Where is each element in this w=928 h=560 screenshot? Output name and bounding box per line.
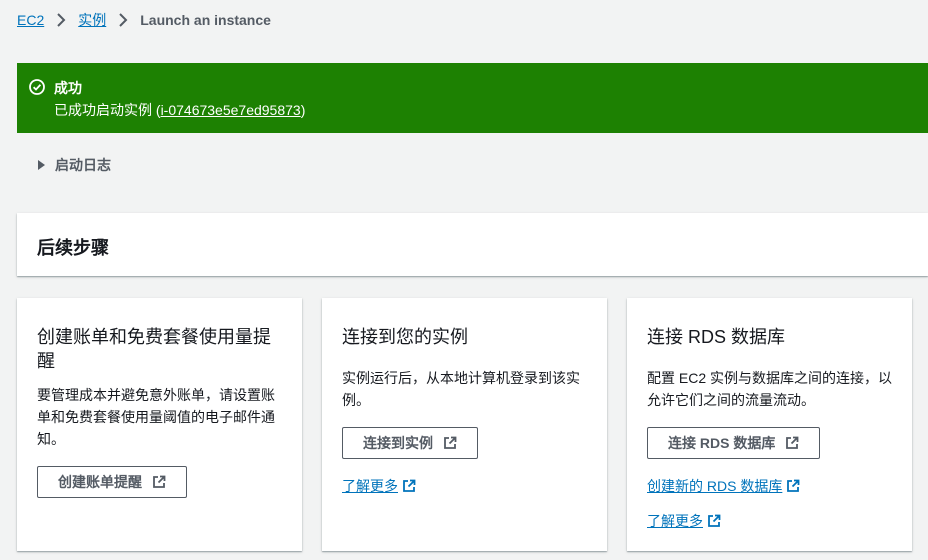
button-label: 连接 RDS 数据库 [668,435,776,451]
launch-log-expander[interactable]: 启动日志 [38,155,111,175]
external-link-icon [152,475,166,489]
card-title: 创建账单和免费套餐使用量提醒 [37,327,271,371]
flash-message-prefix: 已成功启动实例 ( [54,102,161,118]
card-description: 实例运行后，从本地计算机登录到该实例。 [342,370,580,408]
card-description: 要管理成本并避免意外账单，请设置账单和免费套餐使用量阈值的电子邮件通知。 [37,387,275,447]
card-description: 配置 EC2 实例与数据库之间的连接，以允许它们之间的流量流动。 [647,370,893,408]
button-label: 连接到实例 [363,435,433,451]
external-link-icon [786,479,800,493]
flash-message: 已成功启动实例 (i-074673e5e7ed95873) [54,100,305,120]
link-label: 了解更多 [342,478,398,494]
expander-label: 启动日志 [55,157,111,173]
connect-instance-button[interactable]: 连接到实例 [342,427,478,459]
card-connect-rds: 连接 RDS 数据库 配置 EC2 实例与数据库之间的连接，以允许它们之间的流量… [627,298,912,551]
create-billing-alert-button[interactable]: 创建账单提醒 [37,466,187,498]
chevron-right-icon [118,13,128,27]
connect-rds-button[interactable]: 连接 RDS 数据库 [647,427,821,459]
check-circle-icon [29,79,45,95]
success-flashbar: 成功 已成功启动实例 (i-074673e5e7ed95873) [17,63,928,133]
caret-right-icon [38,160,45,170]
learn-more-link[interactable]: 了解更多 [647,511,721,531]
card-connect-instance: 连接到您的实例 实例运行后，从本地计算机登录到该实例。 连接到实例 了解更多 [322,298,607,551]
instance-id-link[interactable]: i-074673e5e7ed95873 [161,102,301,118]
link-label: 创建新的 RDS 数据库 [647,478,783,494]
next-steps-header: 后续步骤 [17,213,928,276]
breadcrumb-instances[interactable]: 实例 [78,10,106,30]
button-label: 创建账单提醒 [58,474,142,490]
chevron-right-icon [56,13,66,27]
flash-title: 成功 [54,80,82,96]
create-rds-link[interactable]: 创建新的 RDS 数据库 [647,476,800,496]
breadcrumb-current: Launch an instance [140,12,271,28]
learn-more-link[interactable]: 了解更多 [342,476,416,496]
breadcrumb: EC2 实例 Launch an instance [17,10,271,30]
section-title: 后续步骤 [37,238,109,258]
link-label: 了解更多 [647,513,703,529]
breadcrumb-ec2[interactable]: EC2 [17,12,44,28]
flash-message-suffix: ) [300,102,306,118]
card-billing-alert: 创建账单和免费套餐使用量提醒 要管理成本并避免意外账单，请设置账单和免费套餐使用… [17,298,302,551]
external-link-icon [707,514,721,528]
card-title: 连接到您的实例 [342,327,468,347]
card-title: 连接 RDS 数据库 [647,327,786,347]
external-link-icon [443,436,457,450]
external-link-icon [402,479,416,493]
external-link-icon [785,436,799,450]
